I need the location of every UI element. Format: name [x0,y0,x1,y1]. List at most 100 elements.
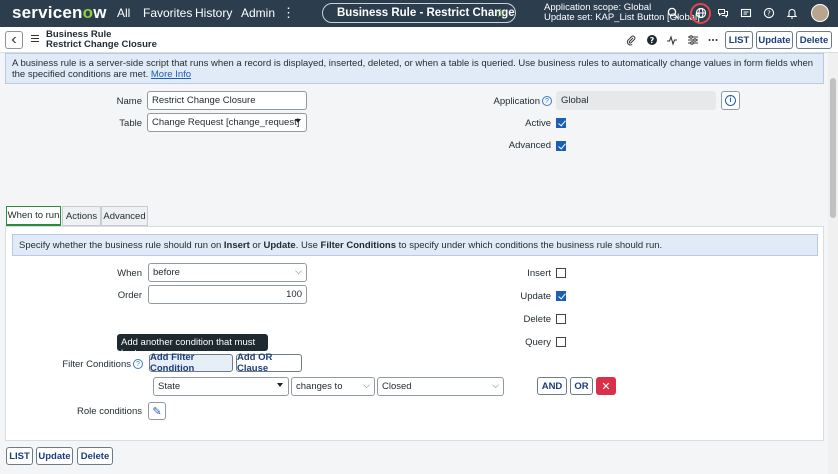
scrollbar-thumb[interactable] [830,78,836,218]
nav-admin[interactable]: Admin [241,6,275,20]
advanced-checkbox[interactable] [556,141,566,151]
banner-text: . Use [295,240,321,251]
delete-checkbox[interactable] [556,314,566,324]
edit-pencil-icon[interactable]: ✎ [148,402,166,420]
name-field[interactable]: Restrict Change Closure [147,91,307,110]
more-menu-icon[interactable]: ⋮ [282,5,295,21]
more-info-link[interactable]: More Info [151,69,191,80]
back-button[interactable] [5,31,23,49]
and-button[interactable]: AND [537,377,567,395]
nav-history[interactable]: History [195,6,232,20]
table-select[interactable]: Change Request [change_request] [147,113,307,132]
query-label: Query [525,337,551,348]
nav-all[interactable]: All [117,6,130,20]
delete-button[interactable]: Delete [796,31,832,49]
caret-down-icon [277,383,283,387]
footer-update-button[interactable]: Update [36,447,73,465]
record-title: Business Rule Restrict Change Closure [46,30,157,50]
inbox-icon[interactable] [737,4,755,22]
tab-advanced[interactable]: Advanced [101,206,148,226]
svg-text:?: ? [650,36,655,45]
svg-text:?: ? [767,10,771,18]
condition-operator-select[interactable]: changes to ⌵ [291,377,375,396]
add-or-clause-button[interactable]: Add OR Clause [236,352,302,374]
condition-field-value: State [158,381,181,392]
or-button[interactable]: OR [570,377,593,395]
info-icon: i [725,95,736,106]
user-avatar[interactable] [811,4,829,22]
condition-operator-value: changes to [296,381,343,392]
when-to-run-banner: Specify whether the business rule should… [12,234,818,256]
condition-value: Closed [382,381,412,392]
banner-bold: Update [263,240,296,251]
condition-value-select[interactable]: Closed ⌵ [377,377,504,396]
context-menu-icon[interactable] [31,35,39,42]
footer-delete-button[interactable]: Delete [77,447,113,465]
bell-icon[interactable] [783,4,801,22]
chevron-down-icon: ⌵ [363,380,370,390]
banner-text: A business rule is a server-side script … [12,58,814,80]
filter-conditions-label: Filter Conditions [62,359,131,370]
search-icon[interactable] [664,4,682,22]
more-options-icon[interactable] [706,33,720,47]
add-filter-condition-button[interactable]: Add Filter Condition [149,352,233,374]
close-icon: ✕ [601,380,611,393]
query-checkbox[interactable] [556,337,566,347]
help-icon[interactable]: ? [542,96,552,106]
application-label: Application [493,96,540,107]
banner-text: to specify under which conditions the bu… [396,240,663,251]
form-header: Business Rule Restrict Change Closure ? … [0,27,838,53]
delete-label: Delete [523,314,551,325]
banner-bold: Filter Conditions [320,240,396,251]
remove-condition-button[interactable]: ✕ [596,377,616,395]
application-field: Global [556,91,716,110]
banner-text: or [249,240,264,251]
paperclip-icon[interactable] [624,33,638,47]
when-select[interactable]: before ⌵ [148,263,307,282]
condition-field-select[interactable]: State [153,377,289,396]
banner-bold: Insert [223,240,250,251]
servicenow-logo[interactable]: servicenow [12,3,107,23]
chevron-left-icon [11,36,16,44]
help-icon[interactable]: ? [133,359,143,369]
help-icon[interactable]: ? [760,4,778,22]
caret-down-icon [295,119,301,123]
tab-when-to-run[interactable]: When to run [6,206,61,226]
settings-sliders-icon[interactable] [686,33,700,47]
help-circle-icon[interactable]: ? [645,33,659,47]
favorite-star-icon[interactable]: ☆ [495,6,506,20]
active-checkbox[interactable] [556,118,566,128]
page-title: Business Rule - Restrict Change Clos... [337,7,515,19]
update-button[interactable]: Update [756,31,793,49]
tab-actions[interactable]: Actions [62,206,101,226]
chevron-down-icon: ⌵ [295,266,302,276]
active-label: Active [525,118,551,129]
advanced-label: Advanced [508,140,551,151]
table-select-value: Change Request [change_request] [152,117,300,128]
insert-label: Insert [527,268,551,279]
banner-text: Specify whether the business rule should… [19,240,224,251]
page-title-pill[interactable]: Business Rule - Restrict Change Clos... … [322,3,516,23]
order-field[interactable]: 100 [148,285,307,304]
chevron-down-icon: ⌵ [492,380,499,390]
update-label: Update [520,291,551,302]
footer-list-button[interactable]: LIST [6,447,33,465]
top-header: servicenow All Favorites History Admin ⋮… [0,0,838,27]
order-label: Order [117,290,142,301]
chat-icon[interactable] [714,4,732,22]
role-conditions-label: Role conditions [77,406,142,417]
info-banner: A business rule is a server-side script … [5,53,824,84]
application-info-button[interactable]: i [721,91,740,110]
list-button[interactable]: LIST [725,31,753,49]
name-label: Name [116,96,142,107]
when-label: When [117,268,142,279]
record-name: Restrict Change Closure [46,39,157,50]
activity-icon[interactable] [665,33,679,47]
update-checkbox[interactable] [556,291,566,301]
when-select-value: before [153,267,180,278]
insert-checkbox[interactable] [556,268,566,278]
globe-icon[interactable] [692,4,710,22]
tooltip: Add another condition that must be true [117,334,268,359]
nav-favorites[interactable]: Favorites [143,6,192,20]
table-label: Table [119,118,142,129]
